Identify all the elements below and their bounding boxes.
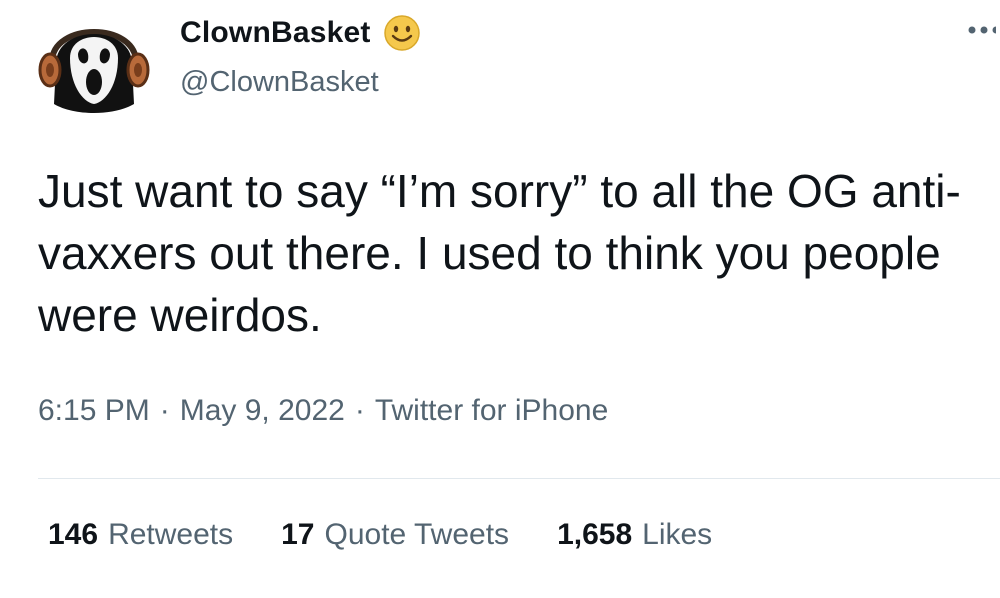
retweets-stat[interactable]: 146 Retweets [48, 518, 233, 552]
user-handle[interactable]: @ClownBasket [180, 66, 379, 99]
tweet-meta: 6:15 PM · May 9, 2022 · Twitter for iPho… [38, 394, 608, 428]
likes-stat[interactable]: 1,658 Likes [557, 518, 712, 552]
user-name-row: ClownBasket [180, 14, 421, 52]
tweet-stats: 146 Retweets 17 Quote Tweets 1,658 Likes [48, 518, 712, 552]
meta-separator: · [159, 394, 170, 427]
tweet-text: Just want to say “I’m sorry” to all the … [38, 165, 961, 341]
likes-count: 1,658 [557, 518, 633, 551]
ghostface-avatar-icon [38, 29, 150, 113]
tweet-source[interactable]: Twitter for iPhone [375, 394, 608, 428]
divider [38, 478, 1000, 479]
likes-label: Likes [642, 518, 713, 551]
tweet-date[interactable]: May 9, 2022 [180, 394, 345, 428]
retweets-count: 146 [48, 518, 99, 551]
tweet-time[interactable]: 6:15 PM [38, 394, 150, 428]
quote-tweets-label: Quote Tweets [324, 518, 510, 551]
quote-tweets-count: 17 [281, 518, 315, 551]
retweets-label: Retweets [108, 518, 234, 551]
more-options-icon[interactable] [966, 20, 1000, 40]
quote-tweets-stat[interactable]: 17 Quote Tweets [281, 518, 509, 552]
avatar[interactable] [34, 4, 154, 120]
meta-separator: · [354, 394, 365, 427]
smiley-emoji-icon [383, 14, 421, 52]
display-name[interactable]: ClownBasket [180, 16, 371, 50]
